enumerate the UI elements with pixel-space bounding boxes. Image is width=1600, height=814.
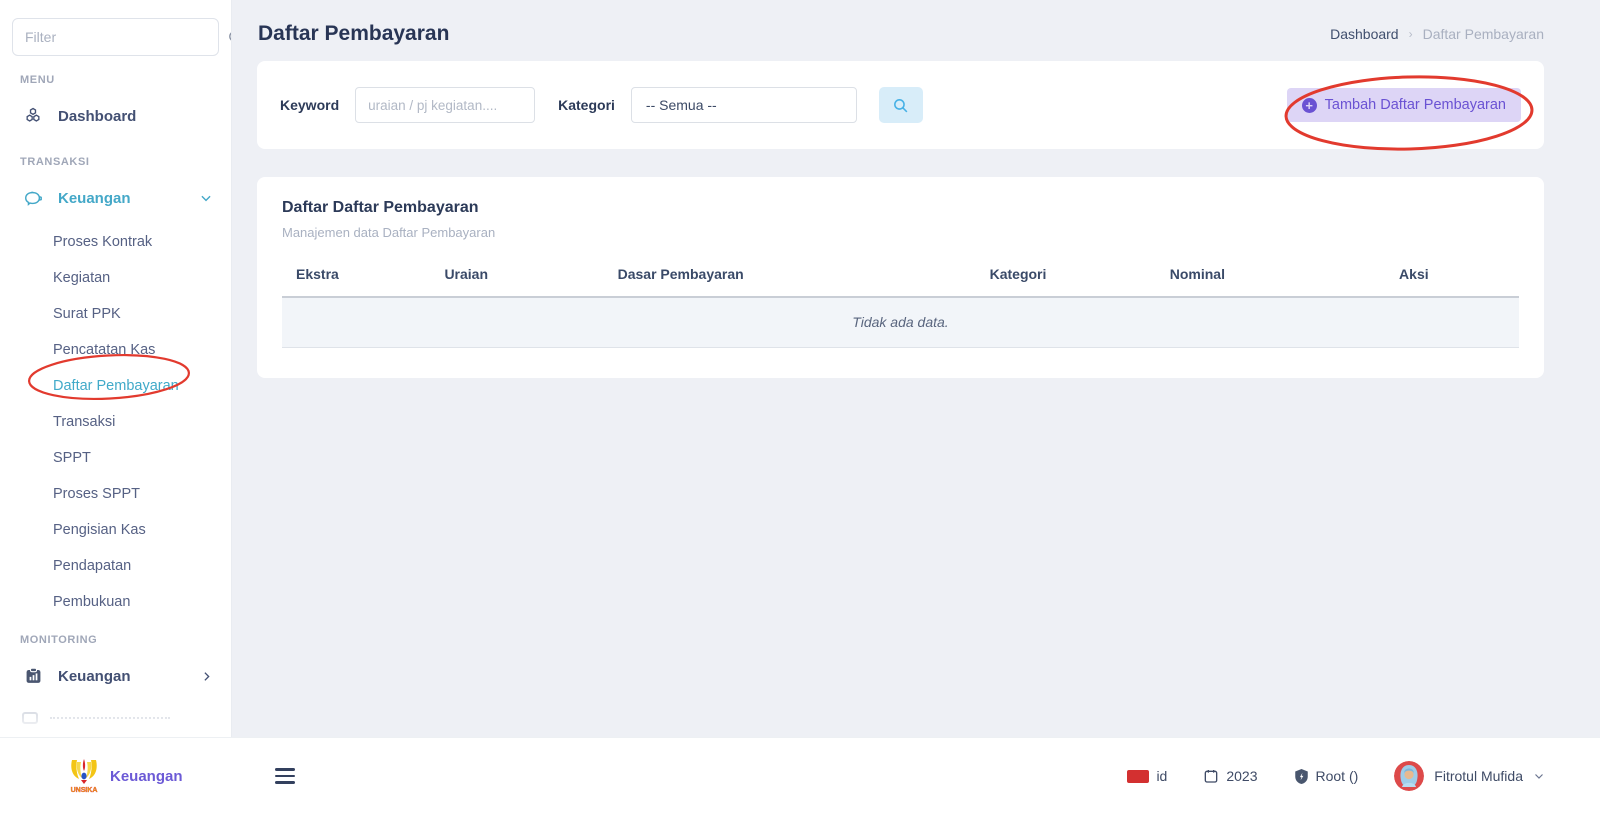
table-card: Daftar Daftar Pembayaran Manajemen data … — [257, 177, 1544, 378]
shield-icon — [1294, 768, 1309, 785]
navbar-right: id 2023 Root () — [1127, 761, 1545, 791]
brand-name: Keuangan — [110, 768, 183, 785]
role-label: Root () — [1316, 768, 1359, 784]
sidebar-submenu: Proses Kontrak Kegiatan Surat PPK Pencat… — [0, 224, 231, 620]
breadcrumb-current: Daftar Pembayaran — [1423, 26, 1544, 42]
add-daftar-pembayaran-button[interactable]: + Tambah Daftar Pembayaran — [1287, 88, 1521, 122]
sidebar: MENU Dashboard TRANSAKSI Keuangan — [0, 0, 232, 737]
column-dasar-pembayaran: Dasar Pembayaran — [604, 256, 950, 297]
year-label: 2023 — [1226, 768, 1257, 784]
sidebar-item-transaksi[interactable]: Transaksi — [0, 404, 231, 440]
partial-icon — [22, 712, 38, 724]
report-board-icon — [22, 666, 44, 686]
sidebar-item-pendapatan[interactable]: Pendapatan — [0, 548, 231, 584]
sidebar-toggle-button[interactable] — [275, 768, 295, 784]
role-indicator[interactable]: Root () — [1294, 768, 1359, 785]
sidebar-item-keuangan-monitoring[interactable]: Keuangan — [0, 654, 231, 698]
kategori-selected-value: -- Semua -- — [646, 97, 717, 113]
language-selector[interactable]: id — [1127, 768, 1167, 784]
main-header: Daftar Pembayaran Dashboard › Daftar Pem… — [233, 0, 1600, 46]
column-kategori: Kategori — [950, 256, 1086, 297]
page-title: Daftar Pembayaran — [258, 22, 449, 46]
keyword-label: Keyword — [280, 97, 339, 113]
sidebar-item-label: Keuangan — [58, 668, 186, 685]
language-label: id — [1156, 768, 1167, 784]
chevron-down-icon — [1533, 770, 1545, 782]
breadcrumb: Dashboard › Daftar Pembayaran — [1330, 26, 1544, 42]
sidebar-item-label: Keuangan — [58, 190, 185, 207]
search-button[interactable] — [879, 87, 923, 123]
chevron-down-icon — [199, 191, 213, 205]
search-icon — [892, 97, 909, 114]
breadcrumb-dashboard[interactable]: Dashboard — [1330, 26, 1399, 42]
sidebar-item-pembukuan[interactable]: Pembukuan — [0, 584, 231, 620]
sidebar-item-keuangan[interactable]: Keuangan — [0, 176, 231, 220]
sidebar-item-kegiatan[interactable]: Kegiatan — [0, 260, 231, 296]
partial-label — [50, 717, 170, 720]
card-subtitle: Manajemen data Daftar Pembayaran — [282, 225, 1519, 240]
empty-table-row: Tidak ada data. — [282, 297, 1519, 347]
chevron-right-icon — [200, 670, 213, 683]
column-nominal: Nominal — [1086, 256, 1309, 297]
sidebar-item-sppt[interactable]: SPPT — [0, 440, 231, 476]
unsika-logo: UNSIKA — [66, 756, 102, 796]
sidebar-section-monitoring: MONITORING — [0, 620, 231, 646]
main-content: Daftar Pembayaran Dashboard › Daftar Pem… — [233, 0, 1600, 737]
sidebar-filter-row — [0, 0, 231, 56]
page: MENU Dashboard TRANSAKSI Keuangan — [0, 0, 1600, 814]
sidebar-item-daftar-pembayaran[interactable]: Daftar Pembayaran — [0, 368, 231, 404]
plus-icon: + — [1302, 98, 1317, 113]
svg-text:UNSIKA: UNSIKA — [71, 787, 98, 794]
flag-icon — [1127, 770, 1149, 783]
user-name: Fitrotul Mufida — [1434, 768, 1523, 784]
piggy-bank-icon — [22, 188, 44, 208]
add-button-label: Tambah Daftar Pembayaran — [1325, 97, 1506, 113]
column-aksi: Aksi — [1309, 256, 1519, 297]
sidebar-item-pencatatan-kas[interactable]: Pencatatan Kas — [0, 332, 231, 368]
kategori-label: Kategori — [558, 97, 615, 113]
column-ekstra: Ekstra — [282, 256, 430, 297]
sidebar-item-proses-sppt[interactable]: Proses SPPT — [0, 476, 231, 512]
sidebar-item-partial[interactable] — [0, 698, 231, 737]
sidebar-item-surat-ppk[interactable]: Surat PPK — [0, 296, 231, 332]
card-title: Daftar Daftar Pembayaran — [282, 199, 1519, 217]
sidebar-item-dashboard[interactable]: Dashboard — [0, 94, 231, 138]
filter-card: Keyword Kategori -- Semua -- + Tambah Da… — [257, 61, 1544, 149]
avatar — [1394, 761, 1424, 791]
user-menu[interactable]: Fitrotul Mufida — [1394, 761, 1545, 791]
sidebar-item-proses-kontrak[interactable]: Proses Kontrak — [0, 224, 231, 260]
cubes-icon — [22, 106, 44, 126]
sidebar-item-pengisian-kas[interactable]: Pengisian Kas — [0, 512, 231, 548]
bottom-navbar: UNSIKA Keuangan id 2023 — [0, 737, 1600, 814]
sidebar-section-menu: MENU — [0, 56, 231, 86]
search-icon[interactable] — [227, 29, 232, 46]
data-table: Ekstra Uraian Dasar Pembayaran Kategori … — [282, 256, 1519, 348]
brand[interactable]: UNSIKA Keuangan — [66, 756, 183, 796]
calendar-icon — [1203, 768, 1219, 784]
sidebar-section-transaksi: TRANSAKSI — [0, 138, 231, 168]
breadcrumb-separator-icon: › — [1409, 27, 1413, 41]
table-header-row: Ekstra Uraian Dasar Pembayaran Kategori … — [282, 256, 1519, 297]
empty-message: Tidak ada data. — [282, 297, 1519, 347]
sidebar-item-label: Dashboard — [58, 108, 213, 125]
kategori-select[interactable]: -- Semua -- — [631, 87, 857, 123]
year-selector[interactable]: 2023 — [1203, 768, 1257, 784]
column-uraian: Uraian — [430, 256, 603, 297]
sidebar-filter-input[interactable] — [12, 18, 219, 56]
keyword-input[interactable] — [355, 87, 535, 123]
